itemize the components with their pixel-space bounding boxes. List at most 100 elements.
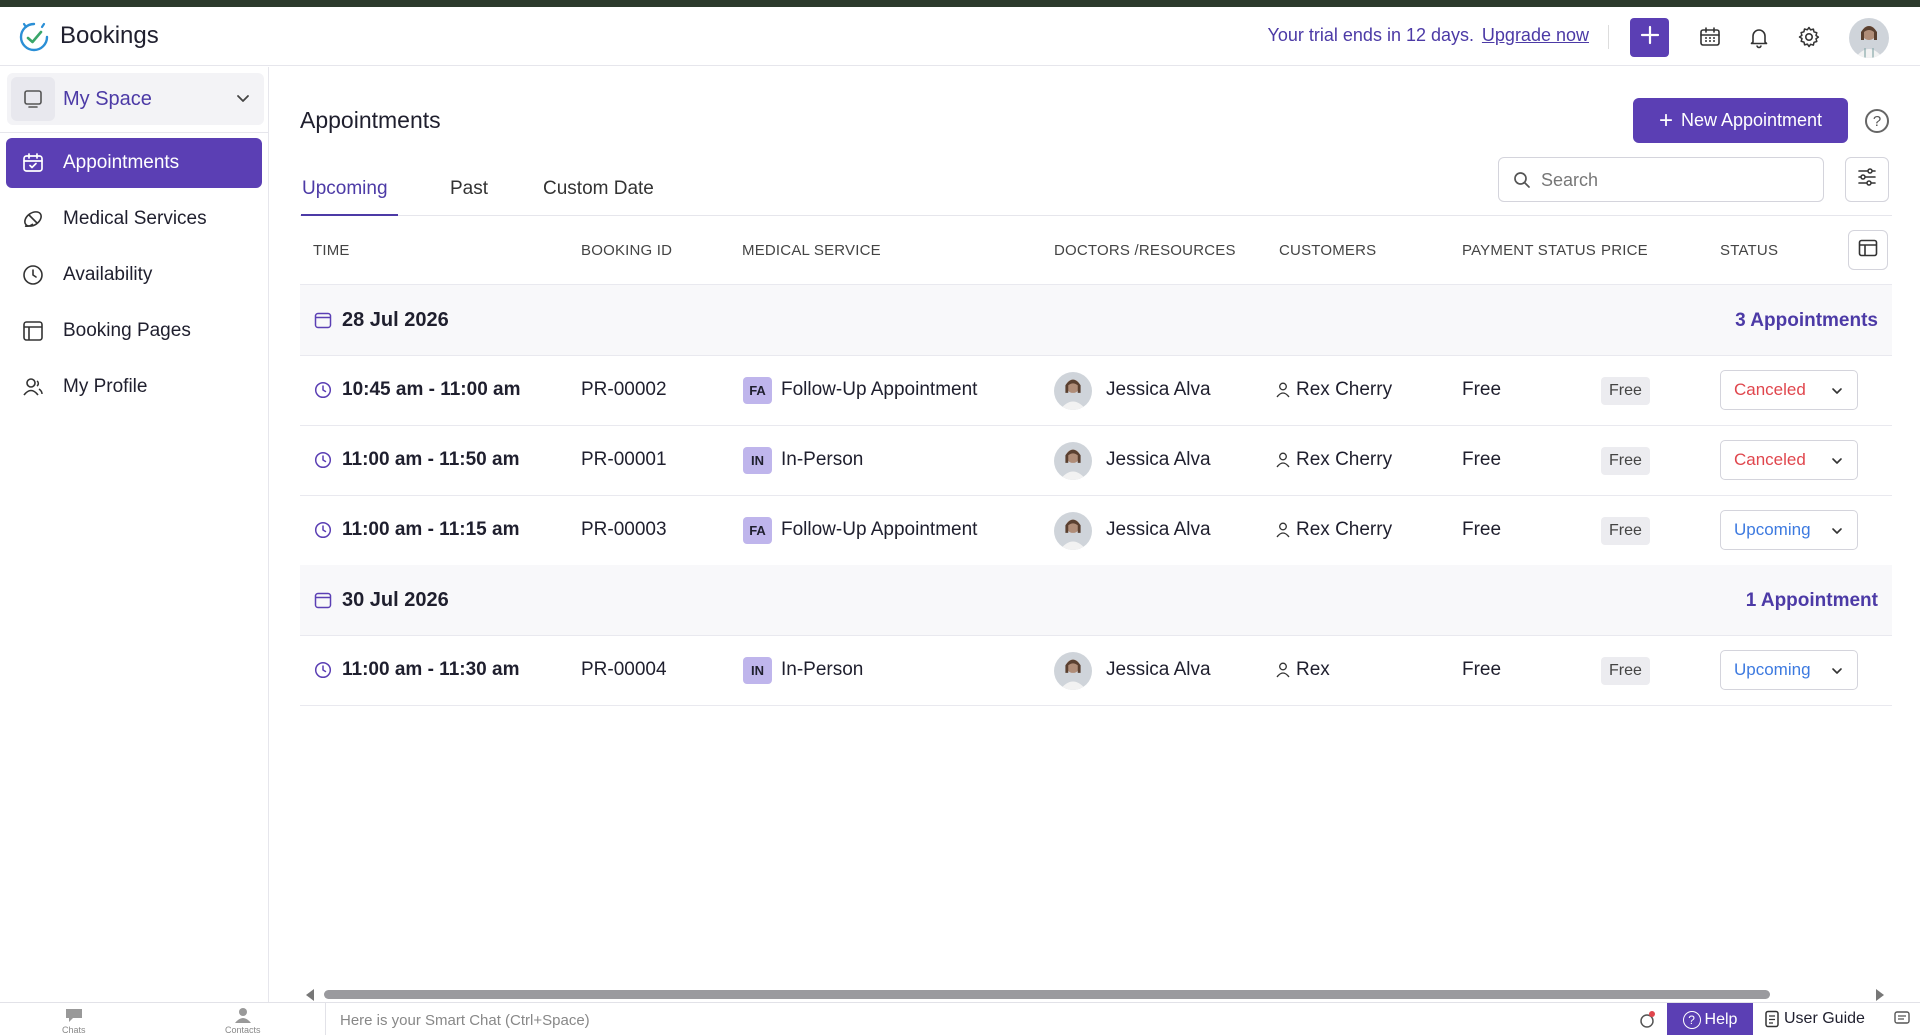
chats-label: Chats: [62, 1025, 86, 1035]
service-badge: FA: [743, 377, 772, 404]
new-appointment-button[interactable]: + New Appointment: [1633, 98, 1848, 143]
search-input[interactable]: [1541, 166, 1811, 194]
person-icon: [1276, 522, 1290, 543]
sidebar-item-my-profile[interactable]: My Profile: [6, 362, 262, 412]
trial-notice: Your trial ends in 12 days.: [1267, 25, 1474, 45]
help-label: Help: [1704, 1010, 1738, 1028]
price-badge: Free: [1601, 447, 1650, 475]
price-badge: Free: [1601, 517, 1650, 545]
upgrade-link[interactable]: Upgrade now: [1482, 25, 1589, 46]
contacts-label: Contacts: [225, 1025, 261, 1035]
help-circle-icon: ?: [1682, 1010, 1701, 1029]
search-box[interactable]: [1498, 157, 1824, 202]
chats-button[interactable]: Chats: [62, 1007, 86, 1035]
customer-name[interactable]: Rex Cherry: [1296, 519, 1392, 541]
table-row[interactable]: 10:45 am - 11:00 am PR-00002 FA Follow-U…: [300, 355, 1892, 425]
contacts-button[interactable]: Contacts: [225, 1007, 261, 1035]
sidebar-item-appointments[interactable]: Appointments: [6, 138, 262, 188]
gear-icon[interactable]: [1797, 25, 1821, 49]
doctor-avatar: [1054, 442, 1092, 480]
workspace-switcher[interactable]: My Space: [7, 73, 264, 125]
row-divider: [300, 705, 1892, 706]
column-settings-button[interactable]: [1848, 230, 1888, 270]
service-badge: IN: [743, 447, 772, 474]
table-row[interactable]: 11:00 am - 11:15 am PR-00003 FA Follow-U…: [300, 495, 1892, 565]
table-columns-icon: [1857, 237, 1879, 264]
status-value: Canceled: [1734, 380, 1806, 399]
price-badge: Free: [1601, 657, 1650, 685]
quick-add-button[interactable]: [1630, 18, 1669, 57]
customer-name[interactable]: Rex Cherry: [1296, 449, 1392, 471]
tabs-divider: [300, 215, 1892, 216]
calendar-check-icon: [20, 150, 46, 176]
chevron-down-icon: [1829, 523, 1845, 544]
tab-past[interactable]: Past: [450, 178, 488, 200]
appointment-time: 10:45 am - 11:00 am: [342, 379, 521, 400]
sidebar-item-label: Appointments: [63, 152, 180, 173]
status-value: Upcoming: [1734, 520, 1811, 539]
booking-id[interactable]: PR-00001: [581, 449, 667, 471]
bell-icon[interactable]: [1747, 25, 1771, 49]
tab-custom-date[interactable]: Custom Date: [543, 178, 654, 200]
status-value: Canceled: [1734, 450, 1806, 469]
filter-button[interactable]: [1845, 157, 1889, 202]
group-appointment-count[interactable]: 1 Appointment: [1746, 590, 1878, 612]
calendar-icon: [314, 591, 332, 614]
status-dropdown[interactable]: Upcoming: [1720, 510, 1858, 550]
status-dropdown[interactable]: Upcoming: [1720, 650, 1858, 690]
notification-bot-icon[interactable]: [1636, 1009, 1658, 1035]
plus-icon: +: [1658, 106, 1673, 134]
help-button[interactable]: ? Help: [1667, 1003, 1753, 1035]
column-header-medical-service: MEDICAL SERVICE: [742, 242, 881, 259]
sidebar-divider: [0, 132, 269, 133]
help-circle-icon[interactable]: ?: [1865, 109, 1889, 133]
customer-name[interactable]: Rex Cherry: [1296, 379, 1392, 401]
guide-icon: [1764, 1010, 1780, 1028]
clock-icon: [314, 381, 332, 404]
group-appointment-count[interactable]: 3 Appointments: [1735, 310, 1878, 332]
calendar-icon[interactable]: [1698, 25, 1722, 49]
sidebar-item-medical-services[interactable]: Medical Services: [6, 194, 262, 244]
customer-name[interactable]: Rex: [1296, 659, 1330, 681]
calendar-icon: [314, 311, 332, 334]
smart-chat-input[interactable]: [340, 1009, 1240, 1031]
booking-id[interactable]: PR-00002: [581, 379, 667, 401]
person-icon: [1276, 452, 1290, 473]
sidebar: My Space Appointments Medical Services A…: [0, 67, 269, 1002]
user-avatar[interactable]: [1849, 18, 1889, 58]
user-guide-button[interactable]: User Guide: [1764, 1010, 1865, 1028]
group-date: 30 Jul 2026: [342, 589, 449, 611]
horizontal-scrollbar[interactable]: [324, 990, 1770, 999]
booking-id[interactable]: PR-00004: [581, 659, 667, 681]
date-group-header: 28 Jul 2026 3 Appointments: [300, 285, 1892, 355]
clock-icon: [20, 262, 46, 288]
appointment-time: 11:00 am - 11:30 am: [342, 659, 520, 680]
sidebar-item-label: Availability: [63, 264, 153, 285]
medical-service: In-Person: [781, 449, 864, 470]
status-dropdown[interactable]: Canceled: [1720, 440, 1858, 480]
clock-icon: [314, 451, 332, 474]
chevron-down-icon: [1829, 383, 1845, 404]
sidebar-item-label: My Profile: [63, 376, 148, 397]
column-header-booking-id: BOOKING ID: [581, 242, 673, 259]
app-title: Bookings: [60, 22, 159, 49]
status-dropdown[interactable]: Canceled: [1720, 370, 1858, 410]
clock-icon: [314, 661, 332, 684]
layout-icon: [20, 318, 46, 344]
bottom-bar: Chats Contacts ? Help User Guide: [0, 1002, 1920, 1035]
booking-id[interactable]: PR-00003: [581, 519, 667, 541]
header-divider: [1608, 25, 1609, 49]
workspace-icon: [11, 77, 55, 121]
tab-upcoming[interactable]: Upcoming: [302, 178, 388, 200]
table-row[interactable]: 11:00 am - 11:30 am PR-00004 IN In-Perso…: [300, 635, 1892, 705]
sidebar-item-booking-pages[interactable]: Booking Pages: [6, 306, 262, 356]
sidebar-item-label: Booking Pages: [63, 320, 191, 341]
doctor-name: Jessica Alva: [1106, 379, 1211, 400]
guide-label: User Guide: [1784, 1010, 1865, 1027]
sidebar-item-availability[interactable]: Availability: [6, 250, 262, 300]
contact-icon: [234, 1008, 251, 1023]
pill-icon: [20, 206, 46, 232]
table-row[interactable]: 11:00 am - 11:50 am PR-00001 IN In-Perso…: [300, 425, 1892, 495]
feedback-icon[interactable]: [1893, 1009, 1911, 1032]
medical-service: Follow-Up Appointment: [781, 379, 978, 400]
